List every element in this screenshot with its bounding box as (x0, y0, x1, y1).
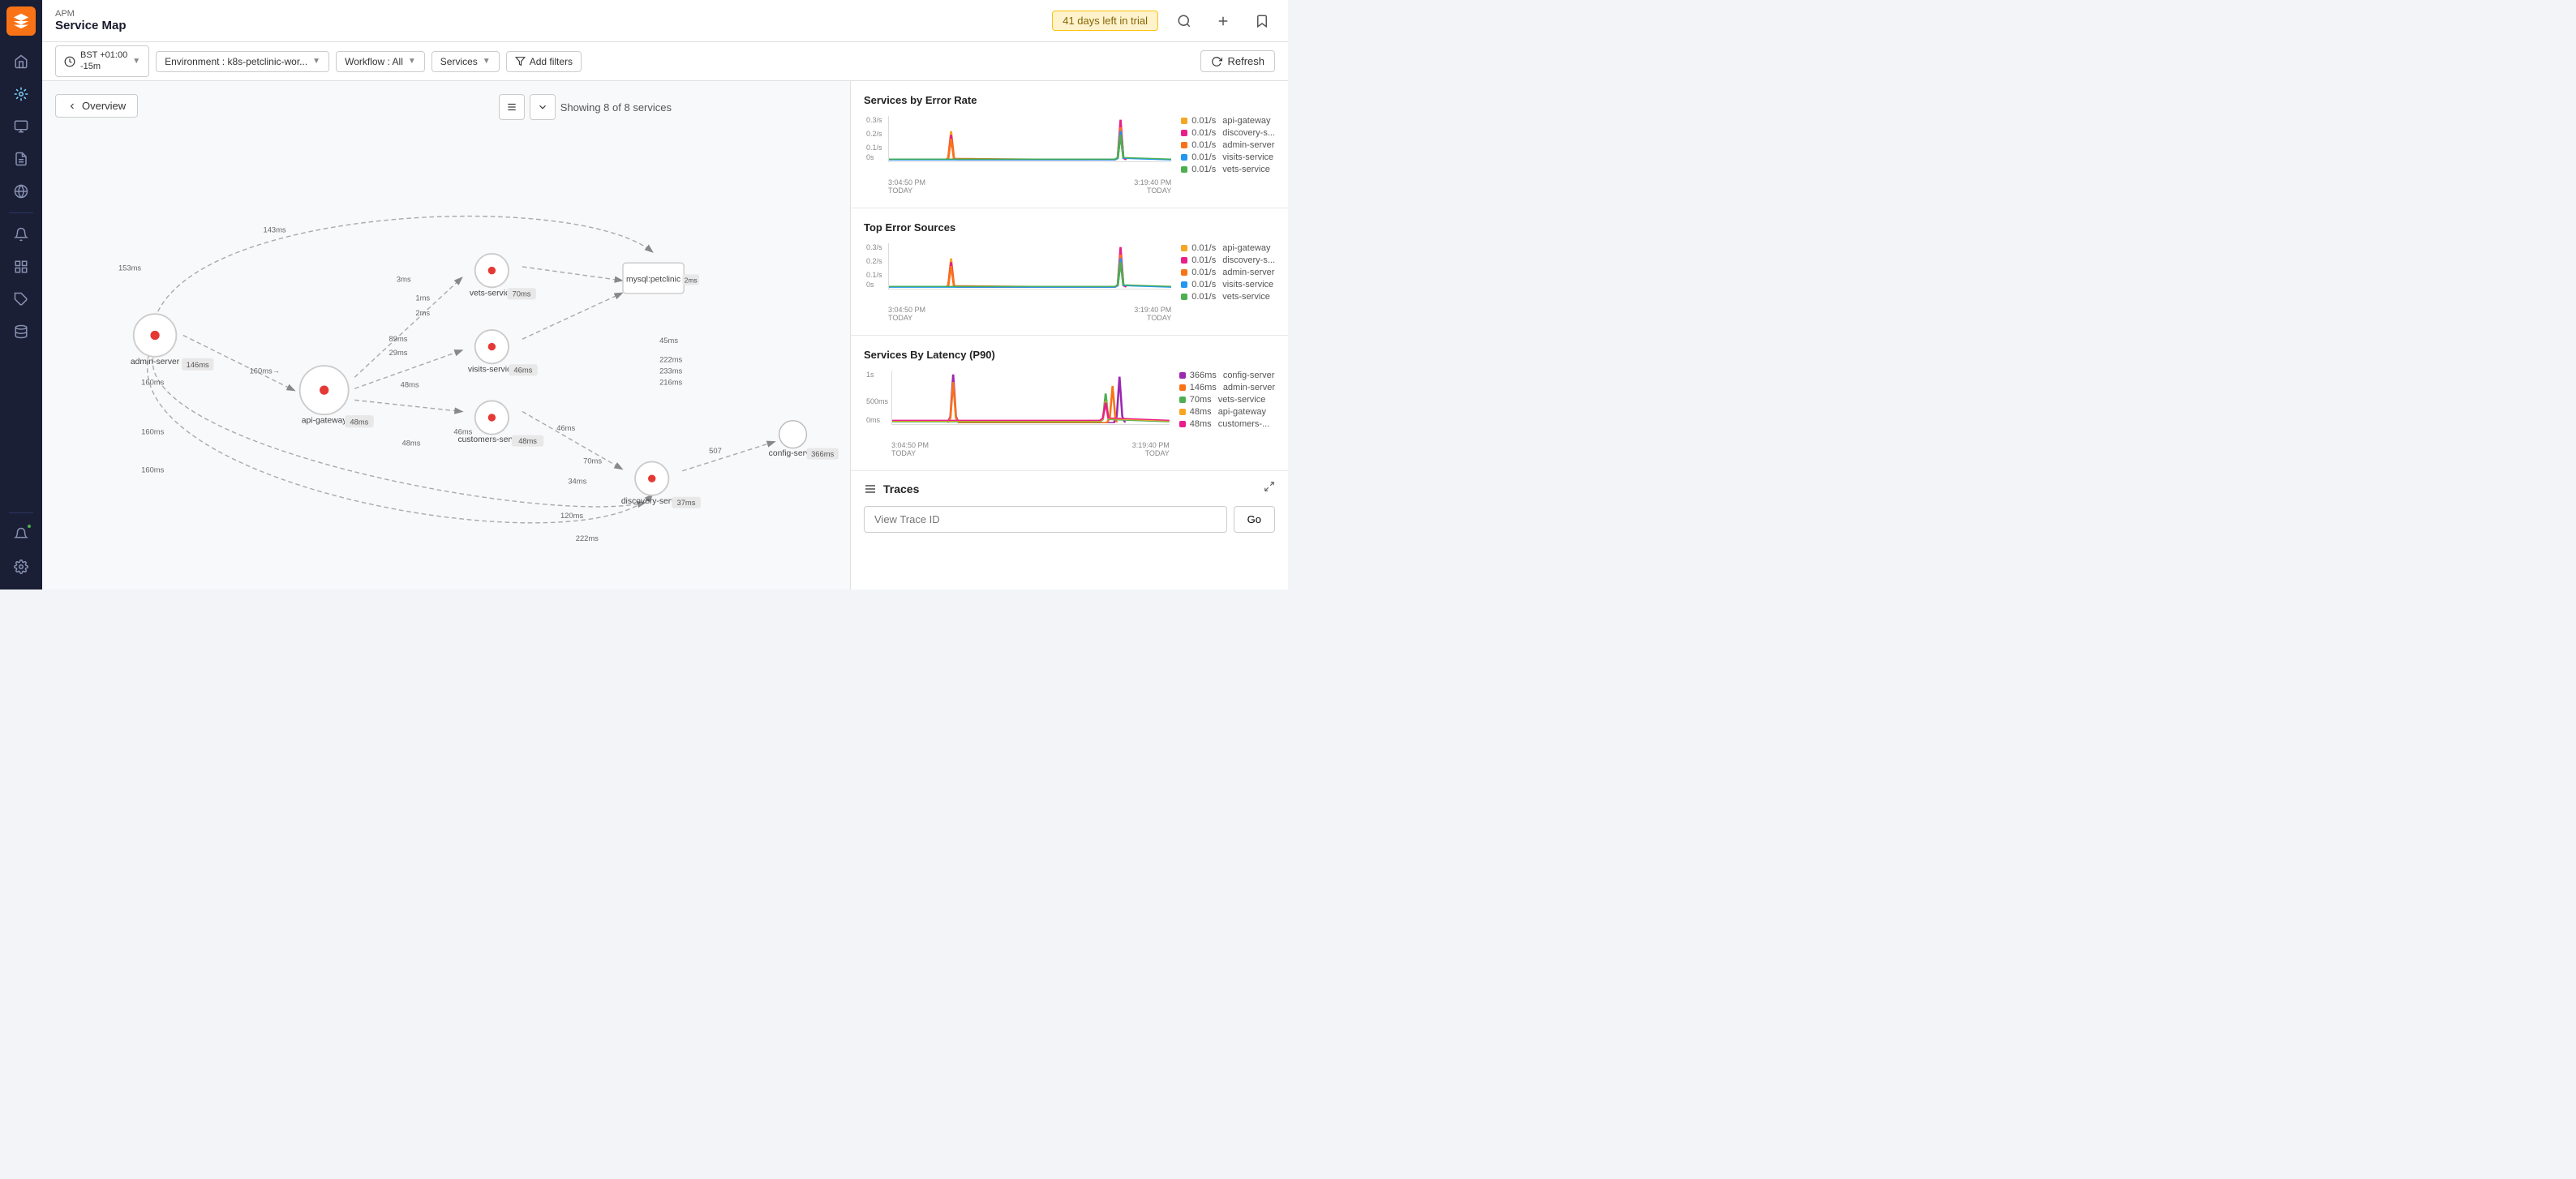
error-rate-title: Services by Error Rate (864, 94, 1275, 106)
svg-text:160ms: 160ms (141, 378, 164, 387)
trace-go-button[interactable]: Go (1234, 506, 1275, 533)
svg-text:48ms: 48ms (402, 439, 421, 448)
sidebar-item-synthetics[interactable] (6, 177, 36, 206)
services-filter[interactable]: Services ▼ (431, 51, 500, 72)
map-expand-button[interactable] (530, 94, 556, 120)
sidebar (0, 0, 42, 590)
traces-section: Traces Go (851, 471, 1288, 542)
svg-text:216ms: 216ms (659, 378, 682, 387)
svg-text:70ms: 70ms (583, 456, 602, 465)
trace-input-row: Go (864, 506, 1275, 533)
workflow-filter-chevron: ▼ (408, 57, 416, 66)
svg-text:37ms: 37ms (677, 498, 696, 507)
refresh-label: Refresh (1227, 55, 1264, 67)
sidebar-item-notifications[interactable] (6, 520, 36, 549)
time-filter[interactable]: BST +01:00-15m ▼ (55, 45, 149, 76)
svg-text:2ms: 2ms (415, 308, 430, 317)
error-rate-legend: 0.01/sapi-gateway 0.01/sdiscovery-s... 0… (1181, 116, 1275, 195)
svg-text:mysql:petclinic: mysql:petclinic (626, 276, 680, 285)
refresh-button[interactable]: Refresh (1200, 50, 1275, 72)
sidebar-item-data-management[interactable] (6, 317, 36, 346)
svg-text:153ms: 153ms (118, 264, 141, 272)
svg-text:48ms: 48ms (350, 417, 368, 426)
svg-text:api-gateway: api-gateway (302, 417, 348, 426)
svg-text:46ms: 46ms (513, 366, 532, 375)
svg-text:160ms→: 160ms→ (250, 366, 281, 375)
workflow-filter-label: Workflow : All (345, 56, 403, 67)
latency-title: Services By Latency (P90) (864, 349, 1275, 361)
top-error-section: Top Error Sources 0.3/s 0.2/s 0.1/s 0s (851, 208, 1288, 336)
filter-bar: BST +01:00-15m ▼ Environment : k8s-petcl… (42, 42, 1288, 81)
map-settings-button[interactable] (499, 94, 525, 120)
bookmark-icon[interactable] (1249, 8, 1275, 34)
traces-title: Traces (883, 482, 919, 495)
sidebar-item-dashboards[interactable] (6, 252, 36, 281)
search-icon[interactable] (1171, 8, 1197, 34)
services-filter-chevron: ▼ (483, 57, 491, 66)
latency-legend: 366msconfig-server 146msadmin-server 70m… (1179, 371, 1275, 457)
svg-text:46ms: 46ms (556, 423, 575, 432)
overview-button[interactable]: Overview (55, 94, 138, 118)
add-filters-button[interactable]: Add filters (506, 51, 582, 72)
environment-filter[interactable]: Environment : k8s-petclinic-wor... ▼ (156, 51, 329, 72)
top-error-title: Top Error Sources (864, 221, 1275, 234)
svg-text:222ms: 222ms (576, 534, 599, 542)
traces-header: Traces (864, 481, 1275, 496)
svg-text:2ms: 2ms (685, 277, 698, 285)
svg-text:222ms: 222ms (659, 354, 682, 363)
workflow-filter[interactable]: Workflow : All ▼ (336, 51, 425, 72)
traces-expand-button[interactable] (1264, 481, 1275, 496)
top-error-legend: 0.01/sapi-gateway 0.01/sdiscovery-s... 0… (1181, 243, 1275, 322)
svg-text:48ms: 48ms (401, 379, 419, 388)
time-filter-chevron: ▼ (132, 57, 140, 66)
svg-text:48ms: 48ms (518, 436, 537, 445)
sidebar-item-apm[interactable] (6, 79, 36, 109)
app-name: APM (55, 9, 127, 19)
sidebar-item-alerts[interactable] (6, 220, 36, 249)
view-trace-input[interactable] (864, 506, 1227, 533)
env-filter-chevron: ▼ (312, 57, 320, 66)
svg-text:89ms: 89ms (389, 334, 408, 343)
svg-text:46ms: 46ms (453, 427, 472, 436)
trial-badge: 41 days left in trial (1052, 11, 1158, 31)
svg-text:233ms: 233ms (659, 366, 682, 375)
overview-label: Overview (82, 100, 126, 112)
environment-filter-label: Environment : k8s-petclinic-wor... (165, 56, 307, 67)
page-title: Service Map (55, 19, 127, 32)
sidebar-item-settings[interactable] (6, 552, 36, 581)
svg-text:34ms: 34ms (568, 477, 586, 486)
add-filters-label: Add filters (530, 56, 573, 67)
time-filter-label: BST +01:00-15m (80, 50, 127, 71)
services-filter-label: Services (440, 56, 478, 67)
sidebar-item-home[interactable] (6, 47, 36, 76)
sidebar-divider-2 (9, 512, 33, 513)
sidebar-item-logs[interactable] (6, 144, 36, 174)
svg-text:160ms: 160ms (141, 465, 164, 474)
traces-icon (864, 482, 877, 495)
svg-text:45ms: 45ms (659, 336, 678, 345)
sidebar-item-infrastructure[interactable] (6, 112, 36, 141)
svg-text:507: 507 (709, 446, 722, 455)
svg-text:1ms: 1ms (415, 293, 430, 302)
svg-text:146ms: 146ms (187, 360, 209, 369)
svg-text:admin-server: admin-server (131, 358, 180, 367)
showing-label: Showing 8 of 8 services (560, 101, 672, 114)
sidebar-item-tags[interactable] (6, 285, 36, 314)
sidebar-divider-1 (9, 212, 33, 213)
add-icon[interactable] (1210, 8, 1236, 34)
svg-text:3ms: 3ms (397, 275, 411, 284)
splunk-logo[interactable] (6, 6, 36, 36)
error-rate-section: Services by Error Rate 0.3/s 0.2/s 0.1/s… (851, 81, 1288, 208)
svg-text:120ms: 120ms (560, 511, 583, 520)
svg-text:366ms: 366ms (811, 449, 834, 458)
top-bar: APM Service Map 41 days left in trial (42, 0, 1288, 42)
app-title-area: APM Service Map (55, 9, 127, 32)
right-panel: Services by Error Rate 0.3/s 0.2/s 0.1/s… (850, 81, 1288, 590)
svg-text:160ms: 160ms (141, 427, 164, 436)
svg-text:29ms: 29ms (389, 348, 408, 357)
svg-text:143ms: 143ms (263, 225, 286, 234)
svg-text:70ms: 70ms (513, 289, 531, 298)
latency-section: Services By Latency (P90) 1s 500ms 0ms (851, 336, 1288, 471)
